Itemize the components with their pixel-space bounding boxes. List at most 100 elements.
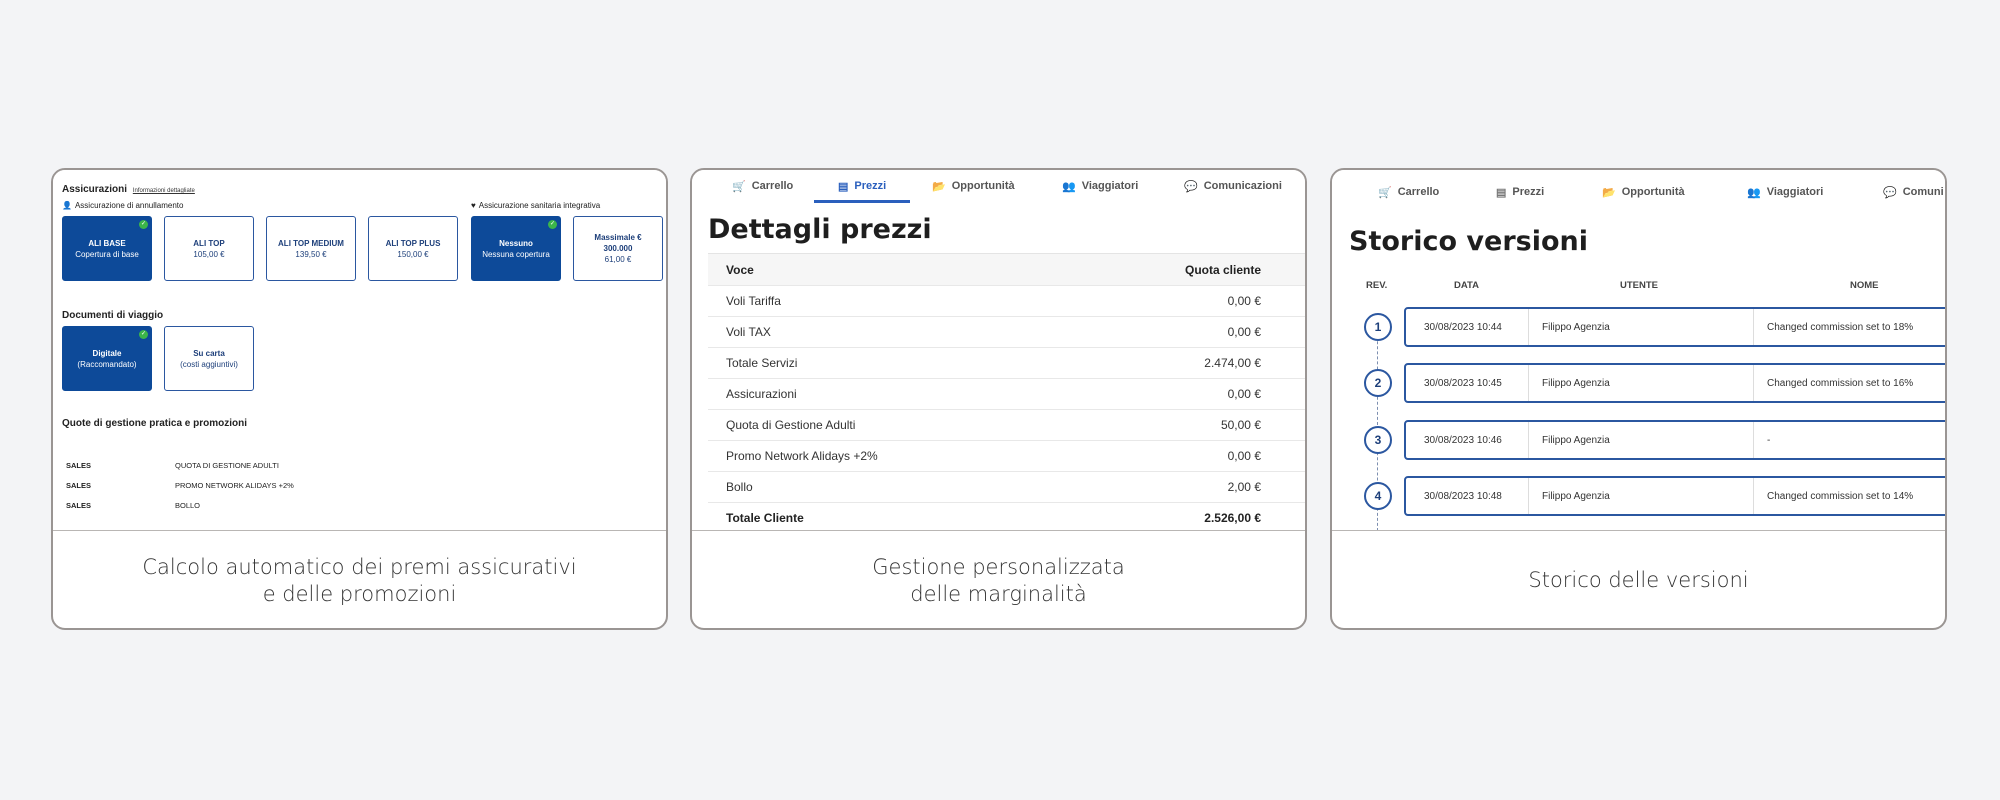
table-row: Assicurazioni 0,00 € <box>708 379 1305 410</box>
version-date: 30/08/2023 10:46 <box>1424 435 1502 446</box>
row-quota: 2.526,00 € <box>1204 511 1261 525</box>
insurance-option-ali-base[interactable]: ✓ ALI BASE Copertura di base <box>62 216 152 281</box>
option-price: Nessuna copertura <box>482 249 550 259</box>
version-row[interactable]: 30/08/2023 10:46 Filippo Agenzia - <box>1404 420 1945 460</box>
option-name: Digitale <box>92 348 122 358</box>
caption-line-1: Gestione personalizzata <box>872 554 1125 579</box>
card-caption: Calcolo automatico dei premi assicurativ… <box>53 530 666 628</box>
price-table: Voce Quota cliente Voli Tariffa 0,00 € Vol… <box>708 253 1305 530</box>
table-row: Quota di Gestione Adulti 50,00 € <box>708 410 1305 441</box>
tab-opportunita[interactable]: 📂 Opportunità <box>932 170 1015 202</box>
insurance-option-ali-top[interactable]: ALI TOP 105,00 € <box>164 216 254 281</box>
option-price: 139,50 € <box>295 249 327 259</box>
divider <box>1528 365 1529 401</box>
col-nome: NOME <box>1850 280 1879 291</box>
card-caption: Storico delle versioni <box>1332 530 1945 628</box>
row-quota: 2,00 € <box>1227 480 1261 494</box>
table-row-total: Totale Cliente 2.526,00 € <box>708 503 1305 530</box>
version-date: 30/08/2023 10:45 <box>1424 378 1502 389</box>
tab-carrello[interactable]: 🛒 Carrello <box>1378 176 1439 208</box>
divider <box>1753 422 1754 458</box>
tab-label: Comunicazioni <box>1203 180 1282 192</box>
version-user: Filippo Agenzia <box>1542 378 1610 389</box>
tab-label: Viaggiatori <box>1081 180 1139 192</box>
cart-icon: 🛒 <box>1378 186 1392 199</box>
option-price: 105,00 € <box>193 249 225 259</box>
caption-line-1: Storico delle versioni <box>1528 568 1749 592</box>
tab-comunicazioni[interactable]: 💬 Comuni <box>1883 176 1944 208</box>
tab-label: Viaggiatori <box>1766 186 1824 198</box>
user-shield-icon: 👤 <box>62 201 72 210</box>
version-date: 30/08/2023 10:44 <box>1424 322 1502 333</box>
fee-label: BOLLO <box>175 501 201 510</box>
option-price: 61,00 € <box>604 255 632 264</box>
table-header: Voce Quota cliente <box>708 254 1305 286</box>
col-utente: UTENTE <box>1620 280 1658 291</box>
calculator-icon: ▤ <box>1496 186 1507 199</box>
tab-label: Prezzi <box>1512 186 1545 198</box>
doc-option-digital[interactable]: ✓ Digitale (Raccomandato) <box>62 326 152 391</box>
tab-label: Opportunità <box>1621 186 1685 198</box>
col-voce: Voce <box>726 262 754 277</box>
table-row: Bollo 2,00 € <box>708 472 1305 503</box>
option-name: Massimale € 300.000 <box>594 233 642 253</box>
tab-prezzi[interactable]: ▤ Prezzi <box>1496 176 1544 208</box>
active-tab-indicator <box>814 200 910 203</box>
divider <box>1753 309 1754 345</box>
chat-icon: 💬 <box>1883 186 1897 199</box>
tab-label: Prezzi <box>854 180 887 192</box>
row-quota: 0,00 € <box>1227 387 1261 401</box>
tab-comunicazioni[interactable]: 💬 Comunicazioni <box>1184 170 1282 202</box>
divider <box>1528 422 1529 458</box>
divider <box>1528 309 1529 345</box>
detailed-info-link[interactable]: Informazioni dettagliate <box>133 188 195 194</box>
version-user: Filippo Agenzia <box>1542 491 1610 502</box>
health-option-massimale[interactable]: Massimale € 300.000 61,00 € <box>573 216 663 281</box>
cart-icon: 🛒 <box>732 180 746 193</box>
option-name: ALI TOP <box>193 238 225 248</box>
option-price: (Raccomandato) <box>77 359 137 369</box>
col-rev: REV. <box>1366 280 1388 291</box>
insurance-option-ali-top-medium[interactable]: ALI TOP MEDIUM 139,50 € <box>266 216 356 281</box>
tab-label: Carrello <box>751 180 794 192</box>
fee-type: SALES <box>66 501 92 510</box>
row-quota: 0,00 € <box>1227 325 1261 339</box>
tab-prezzi[interactable]: ▤ Prezzi <box>838 170 886 202</box>
col-quota: Quota cliente <box>1184 262 1261 277</box>
tab-label: Carrello <box>1397 186 1440 198</box>
doc-option-paper[interactable]: Su carta (costi aggiuntivi) <box>164 326 254 391</box>
divider <box>1528 478 1529 514</box>
table-row: Voli TAX 0,00 € <box>708 317 1305 348</box>
row-quota: 0,00 € <box>1227 449 1261 463</box>
option-name: ALI TOP PLUS <box>385 238 441 248</box>
tab-viaggiatori[interactable]: 👥 Viaggiatori <box>1062 170 1138 202</box>
version-row[interactable]: 30/08/2023 10:44 Filippo Agenzia Changed… <box>1404 307 1945 347</box>
page-title: Dettagli prezzi <box>708 214 932 245</box>
revision-badge: 1 <box>1364 313 1392 341</box>
row-voce: Totale Servizi <box>726 356 798 370</box>
option-name: Nessuno <box>499 238 533 248</box>
insurance-screenshot: Assicurazioni Informazioni dettagliate 👤… <box>53 170 666 530</box>
option-name: ALI TOP MEDIUM <box>278 238 344 248</box>
health-option-none[interactable]: ✓ Nessuno Nessuna copertura <box>471 216 561 281</box>
table-row: Voli Tariffa 0,00 € <box>708 286 1305 317</box>
tab-carrello[interactable]: 🛒 Carrello <box>732 170 793 202</box>
users-icon: 👥 <box>1747 186 1761 199</box>
version-row[interactable]: 30/08/2023 10:45 Filippo Agenzia Changed… <box>1404 363 1945 403</box>
revision-badge: 2 <box>1364 369 1392 397</box>
version-row[interactable]: 30/08/2023 10:48 Filippo Agenzia Changed… <box>1404 476 1945 516</box>
divider <box>1753 478 1754 514</box>
folder-icon: 📂 <box>932 180 946 193</box>
insurance-option-ali-top-plus[interactable]: ALI TOP PLUS 150,00 € <box>368 216 458 281</box>
row-voce: Quota di Gestione Adulti <box>726 418 856 432</box>
tab-viaggiatori[interactable]: 👥 Viaggiatori <box>1747 176 1823 208</box>
card-caption: Gestione personalizzata delle marginalit… <box>692 530 1305 628</box>
card-insurance-promotions: Assicurazioni Informazioni dettagliate 👤… <box>51 168 668 630</box>
row-voce: Totale Cliente <box>726 511 804 525</box>
tab-opportunita[interactable]: 📂 Opportunità <box>1602 176 1685 208</box>
check-icon: ✓ <box>139 330 148 339</box>
version-name: Changed commission set to 18% <box>1767 322 1914 333</box>
option-name: Su carta <box>193 348 225 358</box>
version-name: Changed commission set to 16% <box>1767 378 1914 389</box>
row-quota: 0,00 € <box>1227 294 1261 308</box>
